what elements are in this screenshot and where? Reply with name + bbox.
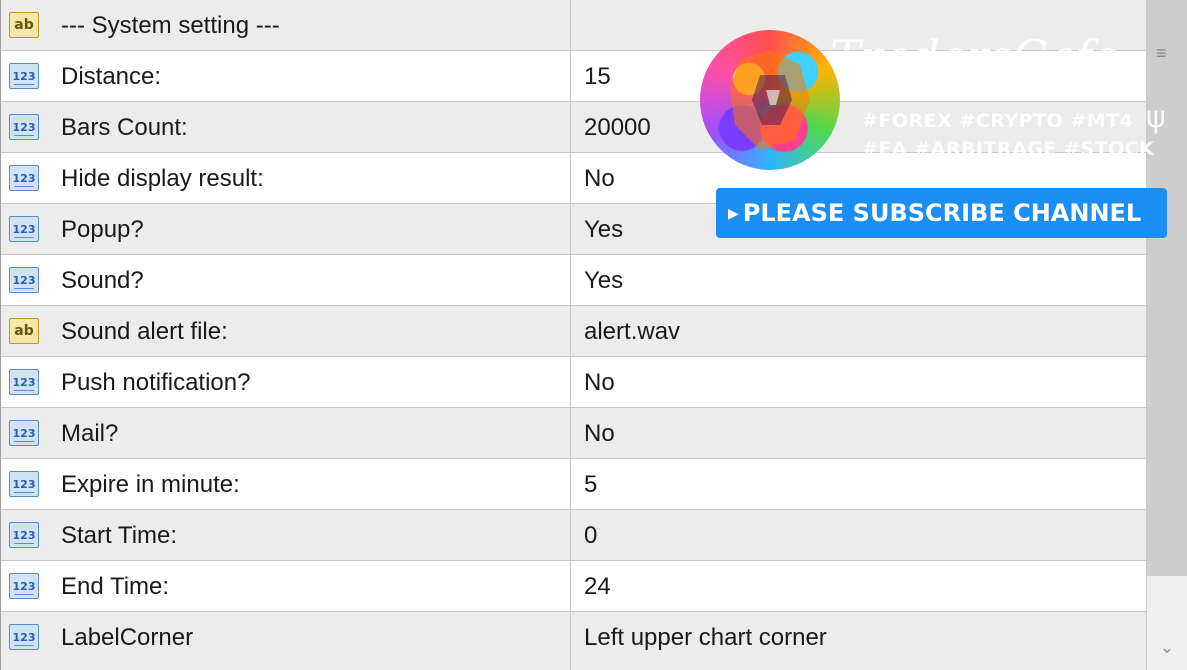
parameter-name-cell: 123 Bars Count:: [1, 102, 571, 152]
parameter-value-cell[interactable]: Left upper chart corner: [572, 612, 1147, 670]
parameter-value[interactable]: 5: [584, 459, 597, 510]
parameter-value[interactable]: 0: [584, 510, 597, 561]
parameter-name: Expire in minute:: [61, 471, 240, 498]
number-type-icon: 123: [9, 624, 39, 650]
parameter-name: Hide display result:: [61, 165, 264, 192]
number-type-icon: 123: [9, 420, 39, 446]
number-type-icon: 123: [9, 63, 39, 89]
parameter-name-cell: ab Sound alert file:: [1, 306, 571, 356]
parameter-name-cell: 123 End Time:: [1, 561, 571, 611]
subscribe-label: PLEASE SUBSCRIBE CHANNEL: [742, 199, 1142, 227]
parameter-name: Push notification?: [61, 369, 251, 396]
parameter-name: Popup?: [61, 216, 144, 243]
number-type-icon: 123: [9, 471, 39, 497]
parameter-value[interactable]: Yes: [584, 255, 623, 306]
string-type-icon: ab: [9, 318, 39, 344]
parameter-name: End Time:: [61, 573, 170, 600]
parameter-name-cell: 123 Mail?: [1, 408, 571, 458]
table-row[interactable]: 123 Mail? No: [1, 408, 1147, 459]
channel-brand: TradersCafe: [830, 30, 1120, 84]
play-icon: ▶: [728, 206, 739, 222]
parameter-name-cell: 123 Start Time:: [1, 510, 571, 560]
parameter-name: Mail?: [61, 420, 119, 447]
parameter-name: Sound alert file:: [61, 318, 228, 345]
fork-icon: ψ: [1146, 100, 1166, 135]
channel-watermark: TradersCafe #FOREX #CRYPTO #MT4 #EA #ARB…: [700, 30, 1187, 240]
parameter-value-cell[interactable]: 0: [572, 510, 1147, 560]
channel-tags: #FOREX #CRYPTO #MT4: [862, 110, 1134, 132]
parameter-name-cell: 123 Sound?: [1, 255, 571, 305]
parameter-name-cell: ab --- System setting ---: [1, 0, 571, 50]
number-type-icon: 123: [9, 114, 39, 140]
number-type-icon: 123: [9, 573, 39, 599]
parameter-name: --- System setting ---: [61, 12, 280, 39]
parameter-name-cell: 123 Expire in minute:: [1, 459, 571, 509]
number-type-icon: 123: [9, 369, 39, 395]
parameter-name-cell: 123 Popup?: [1, 204, 571, 254]
parameter-name-cell: 123 Hide display result:: [1, 153, 571, 203]
channel-tags: #EA #ARBITRAGE #STOCK: [862, 138, 1155, 160]
parameter-value-cell[interactable]: alert.wav: [572, 306, 1147, 356]
parameter-value[interactable]: No: [584, 153, 615, 204]
number-type-icon: 123: [9, 216, 39, 242]
parameter-name: Distance:: [61, 63, 162, 90]
parameter-value[interactable]: Yes: [584, 204, 623, 255]
parameter-name: LabelCorner: [61, 624, 194, 651]
parameter-value-cell[interactable]: No: [572, 357, 1147, 407]
table-row[interactable]: 123 LabelCorner Left upper chart corner: [1, 612, 1147, 670]
parameter-value-cell[interactable]: 24: [572, 561, 1147, 611]
chevron-down-icon[interactable]: ⌄: [1147, 625, 1187, 670]
parameter-value[interactable]: alert.wav: [584, 306, 680, 357]
subscribe-banner[interactable]: ▶ PLEASE SUBSCRIBE CHANNEL: [716, 188, 1167, 238]
table-row[interactable]: 123 Start Time: 0: [1, 510, 1147, 561]
lion-avatar: [700, 30, 840, 170]
table-row[interactable]: 123 Sound? Yes: [1, 255, 1147, 306]
parameter-value-cell[interactable]: Yes: [572, 255, 1147, 305]
parameter-name-cell: 123 Push notification?: [1, 357, 571, 407]
parameter-value[interactable]: Left upper chart corner: [584, 612, 827, 663]
number-type-icon: 123: [9, 267, 39, 293]
parameter-name-cell: 123 Distance:: [1, 51, 571, 101]
parameter-name-cell: 123 LabelCorner: [1, 612, 571, 670]
parameter-name: Start Time:: [61, 522, 178, 549]
number-type-icon: 123: [9, 522, 39, 548]
table-row[interactable]: 123 Push notification? No: [1, 357, 1147, 408]
parameter-value-cell[interactable]: 5: [572, 459, 1147, 509]
table-row[interactable]: ab Sound alert file: alert.wav: [1, 306, 1147, 357]
table-row[interactable]: 123 Expire in minute: 5: [1, 459, 1147, 510]
parameter-name: Bars Count:: [61, 114, 188, 141]
parameter-value-cell[interactable]: No: [572, 408, 1147, 458]
string-type-icon: ab: [9, 12, 39, 38]
number-type-icon: 123: [9, 165, 39, 191]
parameter-value[interactable]: No: [584, 408, 615, 459]
table-row[interactable]: 123 End Time: 24: [1, 561, 1147, 612]
parameter-name: Sound?: [61, 267, 144, 294]
parameter-value[interactable]: No: [584, 357, 615, 408]
parameter-value[interactable]: 20000: [584, 102, 651, 153]
parameter-value[interactable]: 24: [584, 561, 611, 612]
parameter-value[interactable]: 15: [584, 51, 611, 102]
